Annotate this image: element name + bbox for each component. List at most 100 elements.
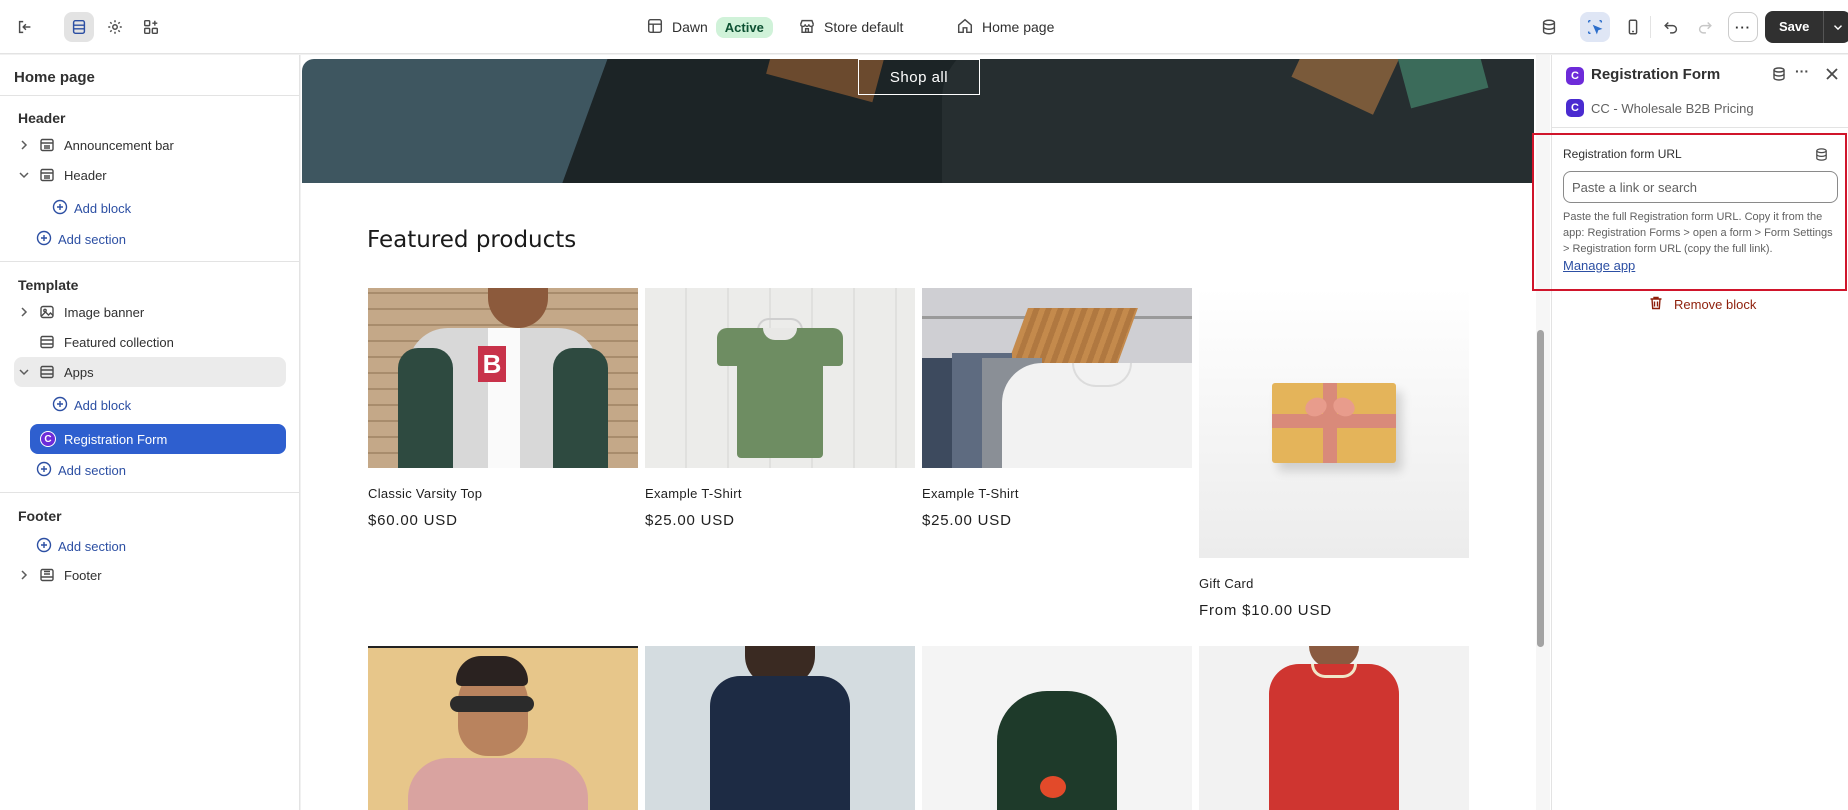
layout-icon [646, 17, 664, 38]
active-badge: Active [715, 16, 773, 38]
preview-scrollbar-thumb[interactable] [1537, 330, 1544, 647]
sidebar-item-label: Footer [64, 567, 102, 583]
add-section-label: Add section [58, 539, 126, 554]
product-price: $60.00 USD [368, 512, 458, 529]
sidebar-title: Home page [14, 69, 95, 86]
product-image-hoodie[interactable] [922, 646, 1192, 810]
app-logo-icon: C [40, 431, 56, 447]
mobile-icon[interactable] [1618, 12, 1648, 42]
footer-icon [38, 566, 56, 584]
exit-icon[interactable] [10, 12, 40, 42]
product-image-red-tshirt[interactable] [1199, 646, 1469, 810]
product-name[interactable]: Example T-Shirt [645, 486, 915, 501]
chevron-right-icon[interactable] [16, 569, 32, 581]
image-banner[interactable]: Shop all [302, 59, 1534, 183]
remove-block-button[interactable]: Remove block [1648, 295, 1756, 314]
product-name[interactable]: Classic Varsity Top [368, 486, 638, 501]
home-icon [956, 17, 974, 38]
save-button-group: Save [1765, 11, 1848, 43]
database-icon[interactable] [1771, 66, 1787, 85]
sidebar-item-apps[interactable]: Apps [14, 357, 286, 387]
database-icon[interactable] [1814, 147, 1829, 165]
product-price: From $10.00 USD [1199, 602, 1332, 619]
add-section-label: Add section [58, 232, 126, 247]
more-actions-button[interactable]: ··· [1728, 12, 1758, 42]
product-price: $25.00 USD [645, 512, 735, 529]
app-name: CC - Wholesale B2B Pricing [1591, 101, 1754, 116]
section-icon [38, 136, 56, 154]
block-settings-panel: C Registration Form ··· C CC - Wholesale… [1532, 55, 1848, 810]
chevron-right-icon[interactable] [16, 306, 32, 318]
store-label: Store default [824, 19, 904, 35]
undo-icon[interactable] [1656, 12, 1686, 42]
inspect-icon[interactable] [1580, 12, 1610, 42]
sidebar-item-image-banner[interactable]: Image banner [14, 297, 286, 327]
add-section-button[interactable]: Add section [36, 230, 126, 249]
sidebar-item-label: Apps [64, 364, 94, 380]
add-section-button[interactable]: Add section [36, 461, 126, 480]
shop-all-button[interactable]: Shop all [858, 59, 980, 95]
plus-circle-icon [36, 537, 52, 556]
store-selector[interactable]: Store default [798, 12, 903, 42]
product-name[interactable]: Example T-Shirt [922, 486, 1192, 501]
sections-icon[interactable] [64, 12, 94, 42]
product-image-varsity: B [368, 288, 638, 468]
apps-icon[interactable] [136, 12, 166, 42]
product-image-gift-card [1199, 288, 1469, 558]
chevron-down-icon[interactable] [16, 366, 32, 378]
more-horizontal-icon[interactable]: ··· [1795, 63, 1809, 79]
page-selector[interactable]: Home page [956, 12, 1054, 42]
help-text: Paste the full Registration form URL. Co… [1563, 211, 1833, 255]
section-sidebar: Home page Header Announcement bar Header… [0, 55, 300, 810]
sidebar-item-announcement-bar[interactable]: Announcement bar [14, 130, 286, 160]
sidebar-item-footer[interactable]: Footer [14, 560, 286, 590]
theme-name: Dawn [672, 19, 708, 35]
close-icon[interactable] [1824, 66, 1840, 85]
registration-url-input[interactable] [1563, 171, 1838, 203]
product-name[interactable]: Gift Card [1199, 576, 1469, 591]
product-card[interactable]: Example T-Shirt $25.00 USD [922, 288, 1192, 529]
add-section-label: Add section [58, 463, 126, 478]
group-template: Template [18, 277, 79, 293]
registration-url-label: Registration form URL [1563, 147, 1682, 161]
theme-selector[interactable]: Dawn Active [646, 12, 773, 42]
product-card[interactable]: Example T-Shirt $25.00 USD [645, 288, 915, 529]
app-logo-icon: C [1566, 67, 1584, 85]
group-header: Header [18, 110, 66, 126]
sidebar-item-header[interactable]: Header [14, 160, 286, 190]
product-card[interactable]: B Classic Varsity Top $60.00 USD [368, 288, 638, 529]
product-card[interactable]: Gift Card From $10.00 USD [1199, 288, 1469, 619]
product-image-jacket[interactable] [645, 646, 915, 810]
sidebar-item-label: Announcement bar [64, 137, 174, 153]
chevron-down-icon[interactable] [1823, 11, 1848, 43]
product-price: $25.00 USD [922, 512, 1012, 529]
plus-circle-icon [36, 230, 52, 249]
add-block-button[interactable]: Add block [52, 396, 131, 415]
save-button[interactable]: Save [1765, 11, 1823, 43]
remove-block-label: Remove block [1674, 297, 1757, 312]
product-image-tshirt-green [645, 288, 915, 468]
store-icon [798, 17, 816, 38]
manage-app-link[interactable]: Manage app [1563, 258, 1635, 273]
add-section-button[interactable]: Add section [36, 537, 126, 556]
featured-products-title: Featured products [367, 227, 577, 253]
sidebar-item-label: Image banner [64, 304, 145, 320]
sidebar-item-featured-collection[interactable]: Featured collection [14, 327, 286, 357]
theme-preview: Shop all Featured products B Classic Var… [301, 55, 1551, 810]
gear-icon[interactable] [100, 12, 130, 42]
database-icon[interactable] [1534, 12, 1564, 42]
redo-icon[interactable] [1690, 12, 1720, 42]
sidebar-item-registration-form[interactable]: C Registration Form [30, 424, 286, 454]
collection-icon [38, 333, 56, 351]
sidebar-item-label: Featured collection [64, 334, 174, 350]
chevron-right-icon[interactable] [16, 139, 32, 151]
group-footer: Footer [18, 508, 62, 524]
chevron-down-icon[interactable] [16, 169, 32, 181]
plus-circle-icon [52, 396, 68, 415]
product-image-tshirts-rack [922, 288, 1192, 468]
image-icon [38, 303, 56, 321]
add-block-button[interactable]: Add block [52, 199, 131, 218]
section-icon [38, 166, 56, 184]
product-image-pink-shirt[interactable] [368, 646, 638, 810]
trash-icon [1648, 295, 1664, 314]
